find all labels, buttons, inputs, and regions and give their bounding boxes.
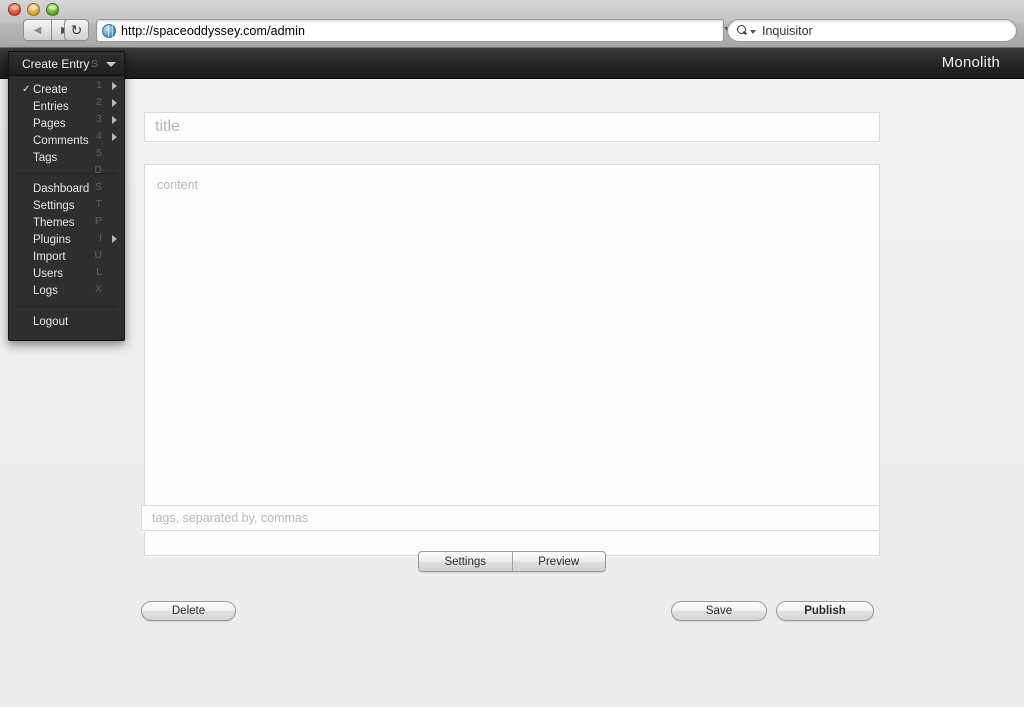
title-input[interactable]: title [144,112,880,142]
chevron-right-icon[interactable] [112,116,117,124]
save-button-label: Save [705,605,733,617]
chevron-right-icon[interactable] [112,82,117,90]
browser-toolbar: ◀ ▶ ↻ http://spaceoddyssey.com/admin Inq… [0,0,1024,48]
editor-canvas: title content tags, separated by, commas… [0,79,1024,707]
content-placeholder: content [157,178,199,192]
tab-settings[interactable]: Settings [419,552,512,571]
tab-settings-label: Settings [444,555,487,568]
back-arrow-icon: ◀ [33,24,42,36]
delete-button[interactable]: Delete [141,601,236,621]
delete-button-label: Delete [171,605,206,617]
tab-preview[interactable]: Preview [511,552,605,571]
menu-divider [15,173,118,174]
tab-preview-label: Preview [538,555,580,568]
window-controls [8,3,59,16]
globe-icon [102,23,116,38]
reload-icon: ↻ [70,22,83,38]
address-bar[interactable]: http://spaceoddyssey.com/admin [96,19,724,42]
menu-item-label: Comments [33,134,89,147]
minimize-window-button[interactable] [27,3,40,16]
app-brand-title: Monolith [941,54,1000,71]
reload-button[interactable]: ↻ [64,19,89,41]
save-button[interactable]: Save [671,601,767,621]
close-window-button[interactable] [8,3,21,16]
zoom-window-button[interactable] [46,3,59,16]
title-placeholder: title [155,118,180,135]
tags-input[interactable]: tags, separated by, commas [141,505,880,531]
menu-item-label: Themes [33,216,75,229]
menu-body: ✓ Create Entries Pages Comments Tags Das… [9,76,124,330]
publish-button-label: Publish [804,605,846,617]
menu-item-label: Import [33,250,66,263]
menu-item-label: Settings [33,199,75,212]
menu-item-label: Plugins [33,233,71,246]
menu-item-label: Logout [33,315,69,328]
tags-placeholder: tags, separated by, commas [152,511,309,525]
back-button[interactable]: ◀ [23,19,51,41]
menu-item-label: Tags [33,151,58,164]
menu-header-shortcut: S [90,57,98,70]
create-entry-dropdown-menu: Create Entry S ✓ Create Entries Pages Co… [8,51,125,341]
menu-divider [15,306,118,307]
search-input-value: Inquisitor [762,23,813,38]
search-input[interactable]: Inquisitor [727,19,1017,42]
app-header: Monolith [0,48,1024,79]
chevron-right-icon[interactable] [112,235,117,243]
search-icon [737,25,748,36]
menu-item-label: Entries [33,100,69,113]
content-textarea[interactable]: content [144,164,880,556]
checkmark-icon: ✓ [22,84,31,95]
chevron-down-icon[interactable] [106,62,116,67]
address-bar-url: http://spaceoddyssey.com/admin [121,23,306,38]
chevron-right-icon[interactable] [112,133,117,141]
menu-item-label: Logs [33,284,58,297]
menu-item-label: Users [33,267,64,280]
menu-item-label: Dashboard [33,182,90,195]
menu-header[interactable]: Create Entry S [9,52,124,76]
chevron-down-icon[interactable] [750,30,756,34]
menu-submenu-arrow-column [106,76,124,330]
menu-item-label: Pages [33,117,66,130]
chevron-right-icon[interactable] [112,99,117,107]
publish-button[interactable]: Publish [776,601,874,621]
menu-header-label: Create Entry [22,56,90,71]
menu-item-label: Create [33,83,68,96]
view-mode-segmented-control: Settings Preview [418,551,606,572]
